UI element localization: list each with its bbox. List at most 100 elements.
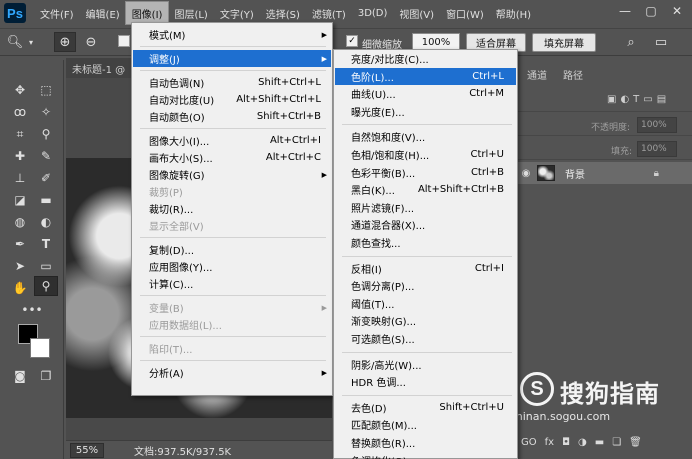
menu-7[interactable]: 3D(D) — [352, 2, 394, 24]
resize-windows-checkbox[interactable] — [118, 35, 130, 47]
mask-icon[interactable]: ◘ — [562, 437, 570, 448]
magic-wand-icon[interactable]: ✧ — [34, 102, 58, 122]
trash-icon[interactable]: 🗑︎ — [629, 437, 642, 448]
adjust-menu-item[interactable]: 去色(D) Shift+Ctrl+U — [335, 399, 516, 416]
more-tools-icon[interactable]: ••• — [20, 300, 44, 320]
image-menu-item[interactable]: 应用图像(Y)... — [133, 258, 331, 275]
zoom-tool-icon[interactable]: ⚲ — [34, 276, 58, 296]
filter-icons[interactable]: ▣◐T▭▤ — [607, 94, 670, 105]
fill-screen-button[interactable]: 填充屏幕 — [532, 33, 596, 52]
adjust-menu-item[interactable]: 色阶(L)... Ctrl+L — [335, 67, 516, 85]
image-menu-item[interactable]: 图像旋转(G) ▶ — [133, 166, 331, 183]
image-menu-item[interactable]: 自动色调(N) Shift+Ctrl+L — [133, 74, 331, 91]
zoom-out-icon[interactable]: ⊖ — [80, 32, 102, 52]
adjust-menu-item[interactable]: 可选颜色(S)... — [335, 330, 516, 347]
menu-10[interactable]: 帮助(H) — [490, 2, 537, 24]
adjust-menu-item[interactable]: 反相(I) Ctrl+I — [335, 260, 516, 277]
new-layer-icon[interactable]: ❏ — [612, 437, 621, 448]
crop-tool-icon[interactable]: ⌗ — [8, 124, 32, 144]
image-menu-item[interactable]: 裁切(R)... — [133, 200, 331, 217]
link-layers-icon[interactable]: GO — [521, 437, 537, 448]
gradient-tool-icon[interactable]: ▬ — [34, 190, 58, 210]
type-tool-icon[interactable]: T — [34, 234, 58, 254]
image-menu-item[interactable]: 调整(J) ▶ — [133, 50, 331, 67]
marquee-tool-icon[interactable]: ⬚ — [34, 80, 58, 100]
adjust-menu-item[interactable]: 色彩平衡(B)... Ctrl+B — [335, 164, 516, 181]
tab-paths[interactable]: 路径 — [563, 68, 583, 86]
menu-item-label: 亮度/对比度(C)... — [351, 55, 429, 66]
adjust-menu-item[interactable]: 曲线(U)... Ctrl+M — [335, 85, 516, 102]
lasso-tool-icon[interactable]: ꝏ — [8, 102, 32, 122]
maximize-button[interactable]: ▢ — [638, 2, 664, 20]
adjust-menu-item[interactable]: 自然饱和度(V)... — [335, 128, 516, 145]
image-menu-item[interactable]: 图像大小(I)... Alt+Ctrl+I — [133, 132, 331, 149]
adjust-menu-item[interactable]: 匹配颜色(M)... — [335, 416, 516, 433]
minimize-button[interactable]: — — [612, 2, 638, 20]
brush-tool-icon[interactable]: ✎ — [34, 146, 58, 166]
image-menu-item[interactable]: 计算(C)... — [133, 275, 331, 292]
image-menu-item[interactable]: 自动颜色(O) Shift+Ctrl+B — [133, 108, 331, 125]
adjust-menu-item[interactable]: 阈值(T)... — [335, 295, 516, 312]
close-button[interactable]: ✕ — [664, 2, 690, 20]
zoom-in-icon[interactable]: ⊕ — [54, 32, 76, 52]
menu-6[interactable]: 滤镜(T) — [306, 2, 352, 24]
visibility-eye-icon[interactable]: ◉ — [517, 168, 535, 179]
eraser-tool-icon[interactable]: ◪ — [8, 190, 32, 210]
menu-0[interactable]: 文件(F) — [34, 2, 80, 24]
eyedropper-icon[interactable]: ⚲ — [34, 124, 58, 144]
adjust-menu-item[interactable]: 色调分离(P)... — [335, 277, 516, 294]
adjust-menu-item[interactable]: 阴影/高光(W)... — [335, 356, 516, 373]
tab-channels[interactable]: 通道 — [527, 68, 547, 86]
menu-3[interactable]: 图层(L) — [168, 2, 213, 24]
adjust-menu-item[interactable]: 色调均化(Q) — [335, 452, 516, 459]
adjustment-layer-icon[interactable]: ◑ — [578, 437, 587, 448]
history-brush-icon[interactable]: ✐ — [34, 168, 58, 188]
opacity-field[interactable]: 100% — [637, 117, 677, 133]
menu-5[interactable]: 选择(S) — [260, 2, 306, 24]
image-menu-item[interactable]: 复制(D)... — [133, 241, 331, 258]
adjust-menu-item[interactable]: 通道混合器(X)... — [335, 216, 516, 233]
stamp-tool-icon[interactable]: ⊥ — [8, 168, 32, 188]
search-icon[interactable]: ⌕ — [620, 32, 642, 52]
dodge-tool-icon[interactable]: ◐ — [34, 212, 58, 232]
fine-zoom-checkbox[interactable]: ✓ — [346, 35, 358, 47]
image-menu-item[interactable]: 画布大小(S)... Alt+Ctrl+C — [133, 149, 331, 166]
background-color-swatch[interactable] — [30, 338, 50, 358]
layer-row-background[interactable]: ◉ 背景 🔒︎ — [517, 162, 692, 184]
move-tool-icon[interactable]: ✥ — [8, 80, 32, 100]
adjust-menu-item[interactable]: 色相/饱和度(H)... Ctrl+U — [335, 146, 516, 163]
adjust-menu-item[interactable]: HDR 色调... — [335, 373, 516, 390]
menu-9[interactable]: 窗口(W) — [440, 2, 490, 24]
healing-brush-icon[interactable]: ✚ — [8, 146, 32, 166]
adjust-menu-item[interactable]: 黑白(K)... Alt+Shift+Ctrl+B — [335, 181, 516, 198]
document-tab[interactable]: 未标题-1 @ — [66, 58, 132, 78]
fx-icon[interactable]: fx — [545, 437, 554, 448]
dropdown-arrow-icon[interactable]: ▾ — [26, 32, 36, 52]
image-menu-item[interactable]: 自动对比度(U) Alt+Shift+Ctrl+L — [133, 91, 331, 108]
menu-1[interactable]: 编辑(E) — [80, 2, 126, 24]
group-icon[interactable]: ▬ — [595, 437, 604, 448]
hand-tool-icon[interactable]: ✋ — [8, 278, 32, 298]
adjust-menu-item[interactable]: 替换颜色(R)... — [335, 434, 516, 451]
fill-field[interactable]: 100% — [637, 141, 677, 157]
menu-item-shortcut: Alt+Ctrl+C — [265, 152, 321, 163]
menu-2[interactable]: 图像(I) — [124, 1, 170, 25]
shape-tool-icon[interactable]: ▭ — [34, 256, 58, 276]
adjust-menu-item[interactable]: 渐变映射(G)... — [335, 312, 516, 329]
image-menu-item[interactable]: 模式(M) ▶ — [133, 26, 331, 43]
screen-mode-icon[interactable]: ❐ — [34, 366, 58, 386]
blur-tool-icon[interactable]: ◍ — [8, 212, 32, 232]
status-zoom-field[interactable]: 55% — [70, 442, 104, 458]
path-select-icon[interactable]: ➤ — [8, 256, 32, 276]
adjust-menu-item[interactable]: 颜色查找... — [335, 234, 516, 251]
adjust-menu-item[interactable]: 亮度/对比度(C)... — [335, 50, 516, 67]
zoom-tool-preset-icon[interactable]: 🔍︎ — [4, 32, 26, 52]
quick-mask-icon[interactable]: ◙ — [8, 366, 32, 386]
menu-4[interactable]: 文字(Y) — [214, 2, 260, 24]
menu-8[interactable]: 视图(V) — [393, 2, 440, 24]
workspace-icon[interactable]: ▭ — [650, 32, 672, 52]
pen-tool-icon[interactable]: ✒ — [8, 234, 32, 254]
adjust-menu-item[interactable]: 照片滤镜(F)... — [335, 199, 516, 216]
adjust-menu-item[interactable]: 曝光度(E)... — [335, 103, 516, 120]
image-menu-item[interactable]: 分析(A) ▶ — [133, 364, 331, 381]
